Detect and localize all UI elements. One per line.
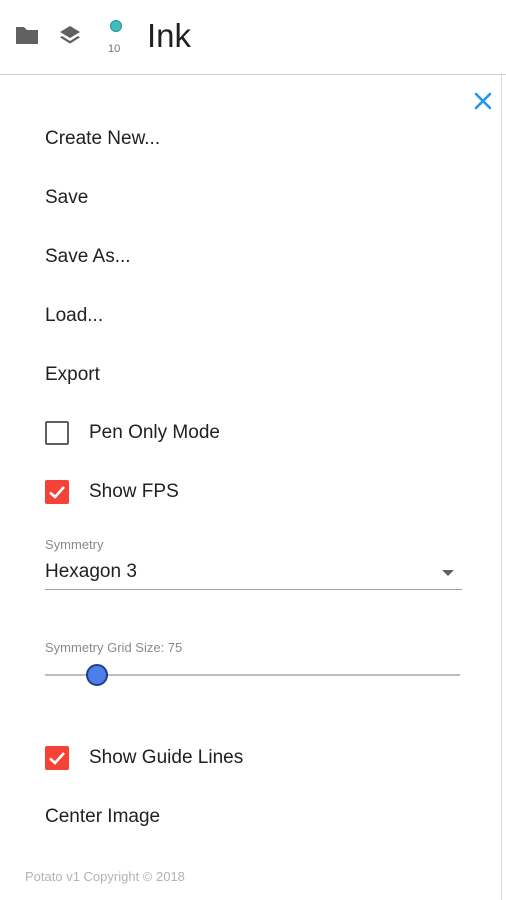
symmetry-label: Symmetry [45, 537, 104, 552]
save-menu-item[interactable]: Save [45, 187, 88, 209]
pen-only-mode-checkbox[interactable] [45, 421, 69, 445]
show-fps-label: Show FPS [89, 481, 179, 502]
check-icon [49, 486, 65, 499]
brush-size-indicator: 10 [108, 43, 121, 55]
check-icon [49, 752, 65, 765]
pen-only-mode-label: Pen Only Mode [89, 422, 220, 443]
app-title: Ink [147, 17, 192, 54]
symmetry-selected-value: Hexagon 3 [45, 561, 137, 582]
center-image-menu-item[interactable]: Center Image [45, 806, 160, 828]
show-guide-lines-label: Show Guide Lines [89, 747, 244, 768]
symmetry-grid-size-label: Symmetry Grid Size: 75 [45, 640, 183, 655]
brush-color-swatch[interactable] [110, 20, 122, 32]
close-icon[interactable] [472, 90, 494, 112]
load-menu-item[interactable]: Load... [45, 305, 103, 327]
show-guide-lines-checkbox[interactable] [45, 746, 69, 770]
create-new-menu-item[interactable]: Create New... [45, 128, 160, 150]
top-toolbar: 10 Ink [0, 0, 506, 75]
symmetry-select[interactable]: Hexagon 3 [45, 558, 462, 590]
export-menu-item[interactable]: Export [45, 364, 100, 386]
layers-icon[interactable] [58, 24, 82, 53]
dropdown-arrow-icon [442, 565, 454, 583]
symmetry-grid-size-slider[interactable] [45, 664, 460, 686]
folder-icon[interactable] [14, 24, 40, 51]
slider-thumb[interactable] [85, 664, 108, 686]
copyright-footer: Potato v1 Copyright © 2018 [25, 869, 185, 884]
save-as-menu-item[interactable]: Save As... [45, 246, 131, 268]
show-fps-checkbox[interactable] [45, 480, 69, 504]
